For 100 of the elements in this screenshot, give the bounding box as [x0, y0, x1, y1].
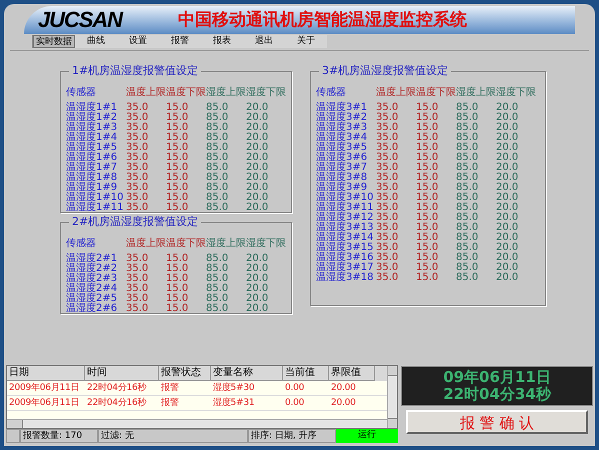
menu-tab[interactable]: 报表	[201, 35, 243, 48]
limit-value: 20.0	[246, 133, 270, 143]
limit-value: 85.0	[206, 173, 230, 183]
limit-value: 15.0	[166, 294, 190, 304]
table-cell-text: 20.00	[330, 397, 357, 410]
sensor-name: 温湿度2#5	[66, 294, 118, 304]
column-header: 传感器	[316, 86, 347, 100]
sensor-name: 温湿度1#8	[66, 173, 118, 183]
menu-tab[interactable]: 报警	[159, 35, 201, 48]
limit-value: 20.0	[246, 254, 270, 264]
sensor-name: 温湿度3#18	[316, 273, 374, 283]
menu-tab[interactable]: 设置	[117, 35, 159, 48]
limit-value: 20.0	[246, 294, 270, 304]
horizontal-scrollbar[interactable]	[7, 419, 387, 428]
sensor-name: 温湿度1#9	[66, 183, 118, 193]
menu-tab[interactable]: 曲线	[75, 35, 117, 48]
limit-value: 20.0	[496, 133, 520, 143]
table-cell-text: 2009年06月11日	[8, 382, 80, 395]
column-header: 湿度上限	[206, 237, 246, 251]
column-header: 传感器	[66, 237, 97, 251]
limit-value: 15.0	[416, 113, 440, 123]
limit-value: 20.0	[246, 203, 270, 213]
column-header: 报警状态	[159, 366, 211, 381]
limit-value: 35.0	[376, 203, 400, 213]
limit-value: 35.0	[126, 153, 150, 163]
sensor-name: 温湿度3#6	[316, 153, 368, 163]
limit-value: 35.0	[126, 294, 150, 304]
limit-value: 15.0	[166, 203, 190, 213]
menu-tab[interactable]: 关于	[285, 35, 327, 48]
sensor-name: 温湿度3#13	[316, 223, 374, 233]
limit-value: 20.0	[496, 103, 520, 113]
limit-value: 15.0	[416, 223, 440, 233]
table-cell-text: 报警	[160, 396, 180, 410]
limit-value: 35.0	[126, 173, 150, 183]
sensor-name: 温湿度1#10	[66, 193, 124, 203]
status-bar-cell	[6, 429, 20, 443]
limit-value: 20.0	[496, 263, 520, 273]
limit-value: 15.0	[416, 253, 440, 263]
menu-tab[interactable]: 实时数据	[33, 35, 75, 48]
limit-value: 15.0	[166, 143, 190, 153]
limit-value: 35.0	[126, 143, 150, 153]
limit-value: 85.0	[456, 133, 480, 143]
column-header: 温度下限	[166, 86, 206, 100]
limit-value: 20.0	[496, 253, 520, 263]
limit-value: 15.0	[166, 113, 190, 123]
limit-value: 85.0	[206, 274, 230, 284]
limit-value: 35.0	[376, 143, 400, 153]
sensor-name: 温湿度3#3	[316, 123, 368, 133]
alarm-acknowledge-button[interactable]: 报 警 确 认	[406, 410, 588, 434]
limit-value: 35.0	[376, 133, 400, 143]
sensor-name: 温湿度3#12	[316, 213, 374, 223]
limit-value: 35.0	[126, 113, 150, 123]
clock-time: 22时04分34秒	[443, 386, 551, 403]
sensor-name: 温湿度1#1	[66, 103, 118, 113]
limit-value: 20.0	[496, 183, 520, 193]
limit-value: 85.0	[206, 153, 230, 163]
limit-value: 85.0	[206, 103, 230, 113]
column-header: 湿度上限	[206, 86, 246, 100]
vertical-scrollbar[interactable]	[387, 366, 397, 428]
limit-value: 35.0	[376, 213, 400, 223]
limit-value: 35.0	[126, 163, 150, 173]
sensor-name: 温湿度2#1	[66, 254, 118, 264]
limit-value: 15.0	[416, 143, 440, 153]
sensor-name: 温湿度3#4	[316, 133, 368, 143]
limit-value: 35.0	[376, 223, 400, 233]
limit-value: 35.0	[126, 254, 150, 264]
sensor-name: 温湿度2#2	[66, 264, 118, 274]
limit-value: 20.0	[246, 173, 270, 183]
limit-value: 15.0	[416, 123, 440, 133]
table-cell-text: 湿度5#31	[212, 396, 256, 410]
menu-tab[interactable]: 退出	[243, 35, 285, 48]
limit-value: 85.0	[206, 264, 230, 274]
limit-value: 85.0	[206, 203, 230, 213]
limit-value: 15.0	[166, 153, 190, 163]
limit-value: 35.0	[376, 113, 400, 123]
limit-value: 85.0	[206, 123, 230, 133]
limit-value: 15.0	[166, 193, 190, 203]
limit-value: 20.0	[246, 103, 270, 113]
table-cell-text: 0.00	[284, 382, 306, 395]
column-header: 温度上限	[126, 86, 166, 100]
sensor-name: 温湿度2#6	[66, 304, 118, 314]
limit-value: 35.0	[126, 203, 150, 213]
limit-value: 35.0	[376, 263, 400, 273]
limit-value: 15.0	[416, 243, 440, 253]
filter-status: 过滤: 无	[98, 429, 248, 443]
limit-value: 20.0	[246, 183, 270, 193]
limit-value: 35.0	[126, 183, 150, 193]
sensor-name: 温湿度3#2	[316, 113, 368, 123]
limit-value: 35.0	[376, 253, 400, 263]
limit-value: 85.0	[206, 143, 230, 153]
limit-value: 85.0	[456, 163, 480, 173]
limit-value: 35.0	[126, 133, 150, 143]
limit-value: 35.0	[126, 103, 150, 113]
limit-value: 85.0	[206, 113, 230, 123]
limit-value: 85.0	[206, 254, 230, 264]
limit-value: 15.0	[166, 163, 190, 173]
limit-value: 15.0	[166, 284, 190, 294]
limit-value: 85.0	[206, 163, 230, 173]
panel-title: 1#机房温湿度报警值设定	[69, 64, 202, 78]
column-header: 温度下限	[416, 86, 456, 100]
